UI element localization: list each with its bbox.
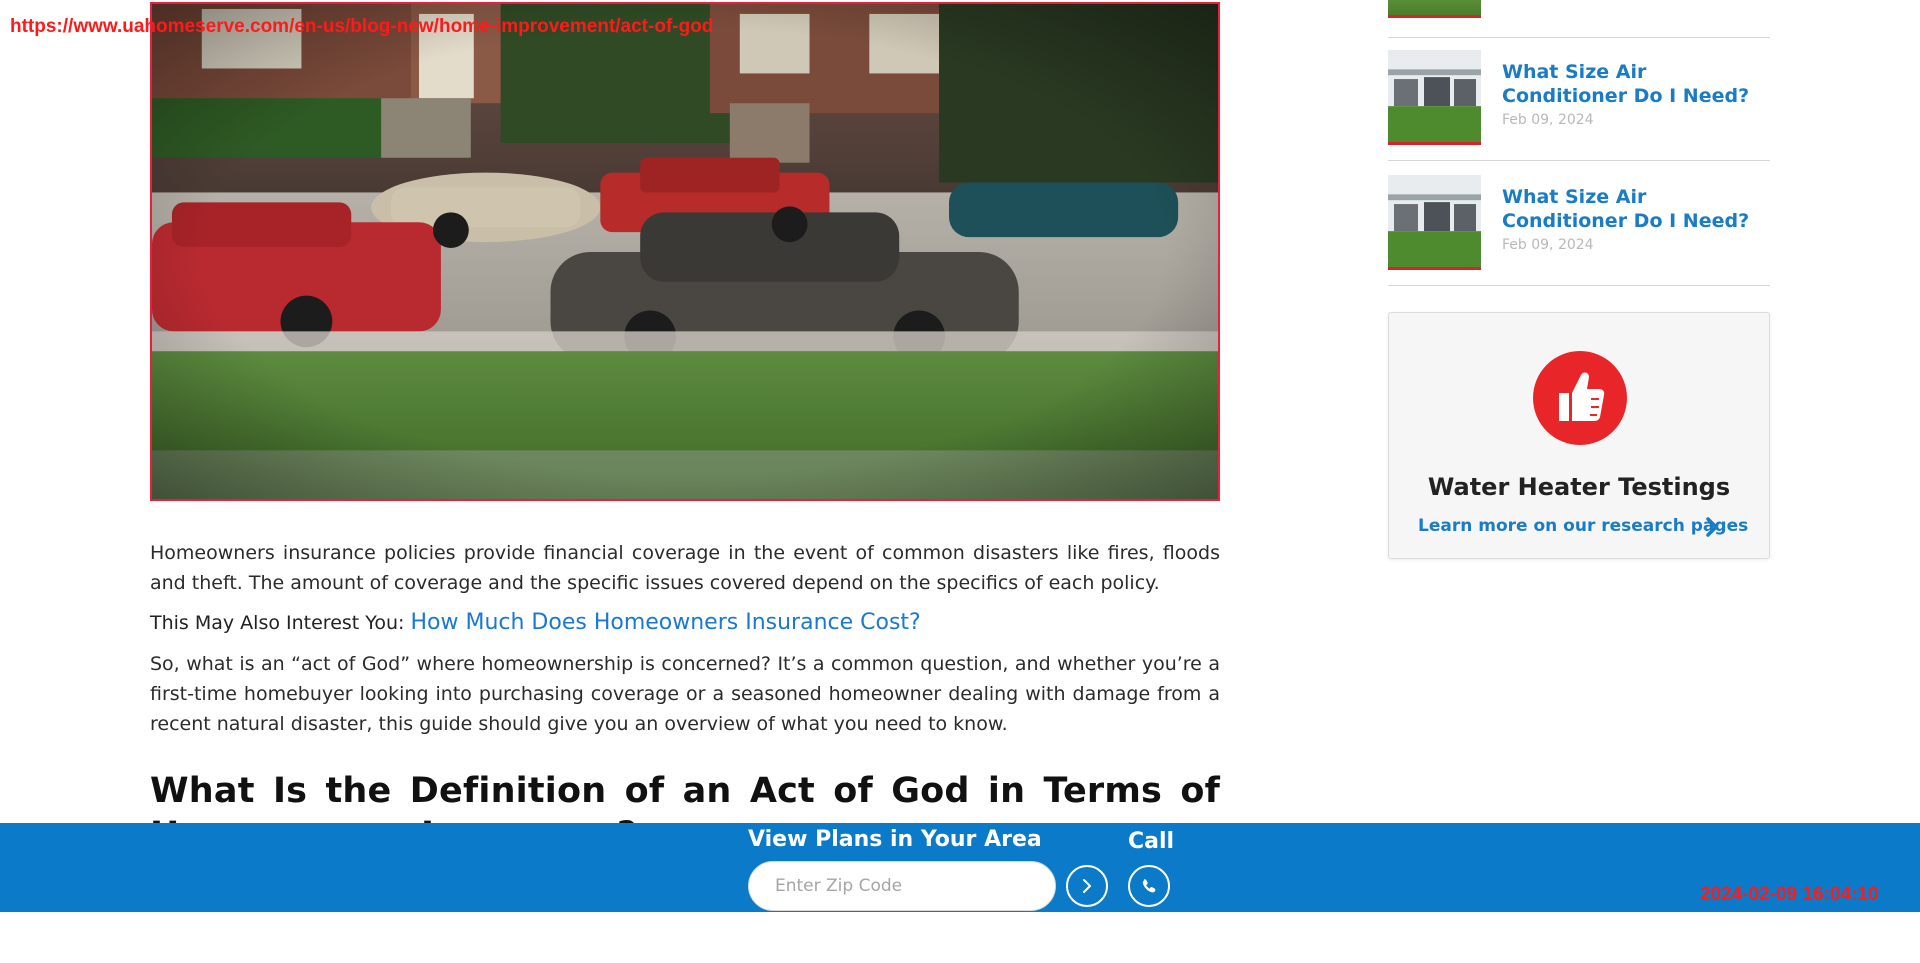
article-thumbnail[interactable] [1388,50,1481,145]
promo-card: Water Heater Testings Learn more on our … [1388,312,1770,559]
call-label: Call [1128,829,1175,854]
zip-code-input[interactable] [748,861,1056,911]
url-overlay: https://www.uahomeserve.com/en-us/blog-n… [10,16,714,37]
hail-damaged-cars-photo [152,4,1218,499]
air-conditioner-units-photo [1388,175,1481,267]
sidebar-article-item[interactable]: What Size Air Conditioner Do I Need? Feb… [1388,50,1770,145]
sidebar-article-date: Feb 09, 2024 [1502,112,1594,128]
chevron-right-icon[interactable] [1705,516,1719,538]
sidebar-article-item[interactable]: What Size Air Conditioner Do I Need? Feb… [1388,175,1770,270]
related-article-link[interactable]: How Much Does Homeowners Insurance Cost? [410,610,920,635]
previous-item-thumbnail-stub[interactable] [1388,0,1481,18]
divider [1388,160,1770,161]
zip-submit-button[interactable] [1066,865,1108,907]
related-article-prefix: This May Also Interest You: [150,612,411,634]
timestamp-overlay: 2024-02-09 16:04:10 [1700,884,1879,905]
phone-icon [1142,879,1156,893]
article-paragraph-1: Homeowners insurance policies provide fi… [150,542,1220,594]
research-pages-link[interactable]: Learn more on our research pages [1418,516,1748,536]
article-paragraph-2: So, what is an “act of God” where homeow… [150,653,1220,735]
article-thumbnail[interactable] [1388,175,1481,270]
call-button[interactable] [1128,865,1170,907]
divider [1388,285,1770,286]
hero-image [150,2,1220,501]
page: Homeowners insurance policies provide fi… [0,0,1920,963]
air-conditioner-units-photo [1388,50,1481,142]
divider [1388,37,1770,38]
related-article-callout: This May Also Interest You: How Much Doe… [150,608,1220,638]
article-body: Homeowners insurance policies provide fi… [150,538,1220,857]
thumbs-up-icon [1533,351,1627,445]
zip-search-bar: View Plans in Your Area Call [0,823,1920,912]
view-plans-label: View Plans in Your Area [748,827,1042,852]
sidebar-article-title[interactable]: What Size Air Conditioner Do I Need? [1502,60,1770,108]
sidebar-article-date: Feb 09, 2024 [1502,237,1594,253]
sidebar-article-title[interactable]: What Size Air Conditioner Do I Need? [1502,185,1770,233]
promo-card-title: Water Heater Testings [1427,473,1731,501]
chevron-right-icon [1083,879,1091,893]
